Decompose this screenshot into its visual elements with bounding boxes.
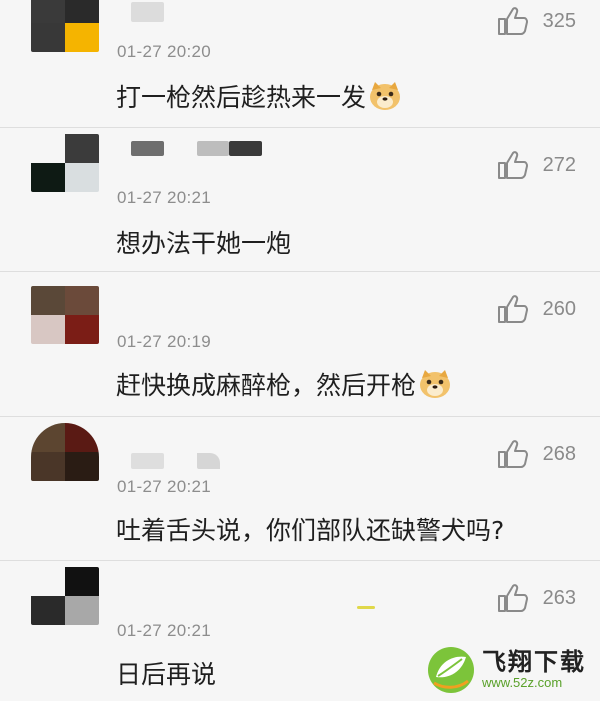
username-blurred[interactable] bbox=[131, 141, 164, 156]
watermark-url: www.52z.com bbox=[482, 675, 563, 690]
avatar-tile bbox=[31, 423, 65, 452]
username-blurred bbox=[229, 141, 262, 156]
avatar-tile bbox=[31, 452, 65, 481]
comment-text: 打一枪然后趁热来一发 bbox=[116, 83, 367, 112]
avatar-tile bbox=[31, 596, 65, 625]
avatar-tile bbox=[65, 315, 99, 344]
like-button[interactable]: 268 bbox=[497, 439, 576, 469]
avatar-tile bbox=[65, 23, 99, 52]
like-count: 272 bbox=[542, 153, 576, 176]
comment-text: 日后再说 bbox=[116, 660, 217, 689]
username-blurred[interactable] bbox=[131, 2, 164, 22]
watermark-logo: 飞翔下载 www.52z.com bbox=[426, 644, 594, 696]
avatar[interactable] bbox=[31, 286, 99, 344]
thumbs-up-icon bbox=[497, 584, 528, 612]
thumbs-up-icon bbox=[497, 7, 528, 35]
avatar-tile bbox=[31, 0, 65, 23]
username-blurred bbox=[197, 453, 220, 469]
comment-text-row: 想办法干她一炮 bbox=[116, 224, 291, 260]
like-button[interactable]: 325 bbox=[497, 6, 576, 36]
avatar-tile bbox=[65, 163, 99, 192]
thumbs-up-icon bbox=[497, 440, 528, 468]
leaf-logo-icon bbox=[428, 647, 474, 693]
username-blurred bbox=[357, 606, 375, 609]
comment-text: 吐着舌头说，你们部队还缺警犬吗? bbox=[116, 516, 505, 545]
like-count: 325 bbox=[542, 9, 576, 32]
avatar-tile bbox=[65, 596, 99, 625]
avatar[interactable] bbox=[31, 134, 99, 192]
username-blurred bbox=[197, 141, 229, 156]
comment-text: 想办法干她一炮 bbox=[116, 229, 292, 258]
like-button[interactable]: 263 bbox=[497, 583, 576, 613]
like-count: 260 bbox=[542, 297, 576, 320]
watermark-text: 飞翔下载 www.52z.com bbox=[482, 649, 586, 691]
comment-text-row: 吐着舌头说，你们部队还缺警犬吗? bbox=[116, 511, 504, 547]
watermark-title: 飞翔下载 bbox=[482, 648, 586, 676]
avatar-tile bbox=[65, 452, 99, 481]
comment-text-row: 赶快换成麻醉枪，然后开枪 bbox=[116, 366, 452, 402]
comment-time: 01-27 20:21 bbox=[117, 477, 212, 496]
avatar-tile bbox=[65, 0, 99, 23]
comment-item: 268 01-27 20:21 吐着舌头说，你们部队还缺警犬吗? bbox=[0, 417, 600, 561]
avatar[interactable] bbox=[31, 0, 99, 52]
like-count: 263 bbox=[542, 586, 576, 609]
like-count: 268 bbox=[542, 442, 576, 465]
comment-time: 01-27 20:20 bbox=[117, 42, 212, 61]
comment-time: 01-27 20:21 bbox=[117, 621, 212, 640]
avatar-tile bbox=[65, 134, 99, 163]
thumbs-up-icon bbox=[497, 295, 528, 323]
doge-emoji bbox=[370, 82, 401, 110]
avatar-tile bbox=[31, 23, 65, 52]
comment-time: 01-27 20:21 bbox=[117, 188, 212, 207]
avatar-tile bbox=[31, 567, 65, 596]
like-button[interactable]: 272 bbox=[497, 150, 576, 180]
comment-item: 325 01-27 20:20 打一枪然后趁热来一发 bbox=[0, 0, 600, 128]
avatar-tile bbox=[65, 286, 99, 315]
username-blurred[interactable] bbox=[131, 453, 164, 469]
avatar[interactable] bbox=[31, 423, 99, 481]
like-button[interactable]: 260 bbox=[497, 294, 576, 324]
comment-item: 272 01-27 20:21 想办法干她一炮 bbox=[0, 128, 600, 272]
comment-text-row: 打一枪然后趁热来一发 bbox=[116, 78, 402, 114]
comment-text-row: 日后再说 bbox=[116, 655, 216, 691]
avatar-tile bbox=[65, 423, 99, 452]
doge-emoji bbox=[420, 370, 451, 398]
comment-item: 260 01-27 20:19 赶快换成麻醉枪，然后开枪 bbox=[0, 272, 600, 417]
thumbs-up-icon bbox=[497, 151, 528, 179]
comment-text: 赶快换成麻醉枪，然后开枪 bbox=[116, 371, 417, 400]
avatar-tile bbox=[31, 163, 65, 192]
avatar[interactable] bbox=[31, 567, 99, 625]
comment-time: 01-27 20:19 bbox=[117, 332, 212, 351]
avatar-tile bbox=[31, 134, 65, 163]
avatar-tile bbox=[65, 567, 99, 596]
avatar-tile bbox=[31, 286, 65, 315]
avatar-tile bbox=[31, 315, 65, 344]
